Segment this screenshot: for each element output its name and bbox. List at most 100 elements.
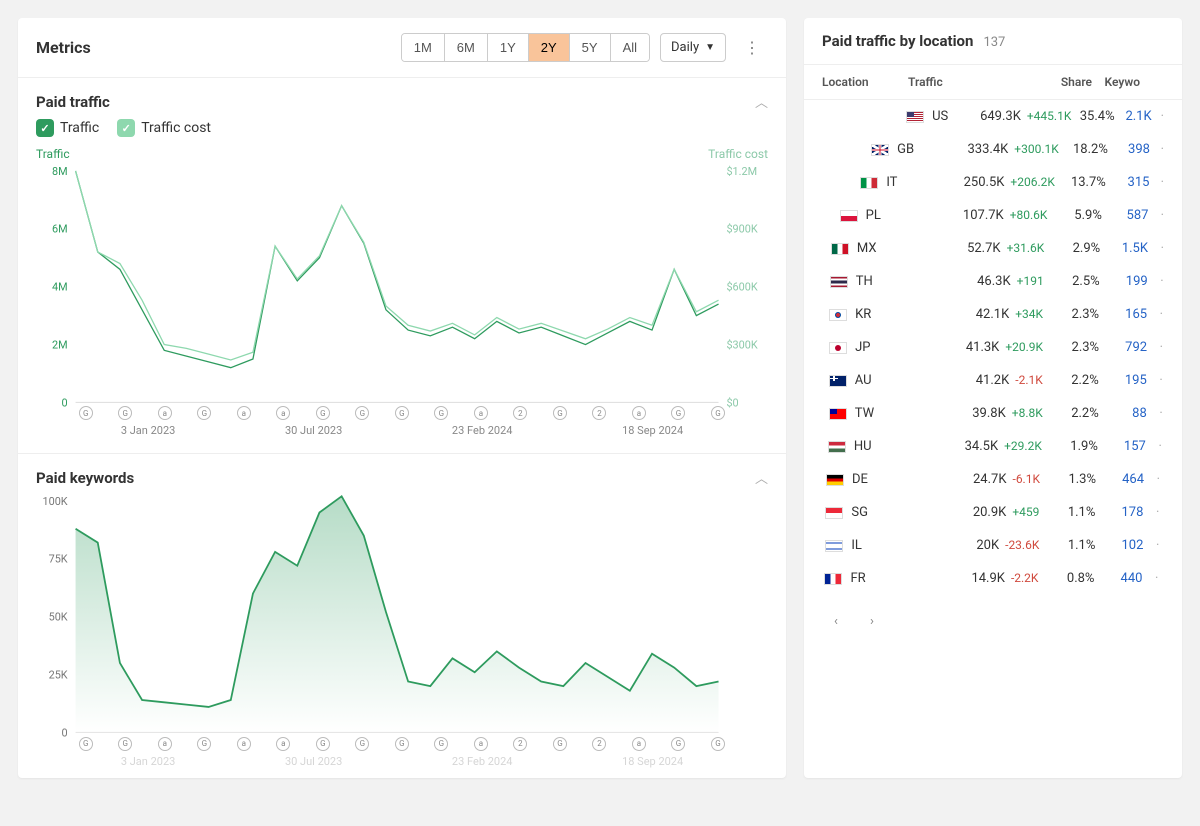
more-menu-icon[interactable]: ⋮ [736,32,768,63]
flag-icon [824,573,842,585]
keyword-link[interactable]: 102 [1095,538,1143,553]
country-code: KR [855,307,871,322]
table-row[interactable]: IL20K-23.6K1.1%102· [804,529,1182,562]
event-marker-icon[interactable]: a [276,737,290,751]
event-marker-icon[interactable]: G [197,737,211,751]
flag-icon [906,111,924,123]
keyword-link[interactable]: 88 [1099,406,1147,421]
time-range-group: 1M6M1Y2Y5YAll [401,33,650,62]
svg-text:$300K: $300K [726,338,757,351]
event-marker-icon[interactable]: a [632,737,646,751]
event-marker-icon[interactable]: G [197,406,211,420]
keyword-link[interactable]: 315 [1106,175,1150,190]
table-row[interactable]: DE24.7K-6.1K1.3%464· [804,463,1182,496]
range-5y[interactable]: 5Y [570,34,611,61]
event-marker-icon[interactable]: a [158,737,172,751]
keyword-link[interactable]: 195 [1099,373,1147,388]
keyword-link[interactable]: 587 [1102,208,1149,223]
collapse-icon[interactable]: ︿ [755,92,768,111]
event-marker-icon[interactable]: G [711,406,725,420]
range-2y[interactable]: 2Y [529,34,570,61]
collapse-icon[interactable]: ︿ [755,468,768,487]
event-marker-icon[interactable]: a [276,406,290,420]
range-1y[interactable]: 1Y [488,34,529,61]
table-row[interactable]: US649.3K+445.1K35.4%2.1K· [804,100,1182,133]
event-marker-icon[interactable]: a [158,406,172,420]
event-marker-icon[interactable]: G [79,406,93,420]
event-marker-icon[interactable]: G [395,406,409,420]
keyword-link[interactable]: 157 [1098,439,1146,454]
table-row[interactable]: TH46.3K+1912.5%199· [804,265,1182,298]
side-count: 137 [983,35,1005,50]
event-marker-icon[interactable]: G [553,406,567,420]
event-marker-icon[interactable]: G [553,737,567,751]
table-row[interactable]: KR42.1K+34K2.3%165· [804,298,1182,331]
svg-text:100K: 100K [42,495,67,508]
col-traffic[interactable]: Traffic [908,75,1036,89]
keyword-link[interactable]: 199 [1100,274,1148,289]
country-code: HU [854,439,872,454]
event-marker-icon[interactable]: G [711,737,725,751]
keyword-link[interactable]: 398 [1108,142,1150,157]
table-row[interactable]: SG20.9K+4591.1%178· [804,496,1182,529]
event-marker-icon[interactable]: a [474,406,488,420]
granularity-select[interactable]: Daily ▼ [660,33,726,62]
country-code: AU [855,373,872,388]
table-row[interactable]: AU41.2K-2.1K2.2%195· [804,364,1182,397]
event-marker-icon[interactable]: G [118,406,132,420]
table-row[interactable]: FR14.9K-2.2K0.8%440· [804,562,1182,595]
event-marker-icon[interactable]: G [395,737,409,751]
table-row[interactable]: PL107.7K+80.6K5.9%587· [804,199,1182,232]
table-row[interactable]: JP41.3K+20.9K2.3%792· [804,331,1182,364]
event-marker-icon[interactable]: 2 [513,737,527,751]
keyword-link[interactable]: 792 [1099,340,1147,355]
range-6m[interactable]: 6M [445,34,488,61]
event-marker-icon[interactable]: G [355,406,369,420]
legend-traffic-cost[interactable]: ✓ Traffic cost [117,119,211,137]
paid-traffic-title: Paid traffic [36,93,110,111]
event-marker-icon[interactable]: G [118,737,132,751]
col-keywords[interactable]: Keywo [1092,75,1140,89]
event-marker-icon[interactable]: G [434,737,448,751]
keyword-link[interactable]: 1.5K [1100,241,1148,256]
event-marker-icon[interactable]: G [355,737,369,751]
event-marker-icon[interactable]: 2 [592,406,606,420]
col-location[interactable]: Location [822,75,908,89]
table-row[interactable]: HU34.5K+29.2K1.9%157· [804,430,1182,463]
range-all[interactable]: All [611,34,649,61]
event-marker-icon[interactable]: G [79,737,93,751]
flag-icon [828,441,846,453]
y-left-label: Traffic [36,147,70,161]
table-row[interactable]: TW39.8K+8.8K2.2%88· [804,397,1182,430]
country-code: IT [886,175,897,190]
table-row[interactable]: IT250.5K+206.2K13.7%315· [804,166,1182,199]
event-marker-icon[interactable]: a [474,737,488,751]
keyword-link[interactable]: 464 [1096,472,1144,487]
next-page-icon[interactable]: › [858,607,886,635]
range-1m[interactable]: 1M [402,34,445,61]
table-row[interactable]: GB333.4K+300.1K18.2%398· [804,133,1182,166]
flag-icon [825,540,843,552]
event-marker-icon[interactable]: a [237,737,251,751]
event-marker-icon[interactable]: G [671,737,685,751]
prev-page-icon[interactable]: ‹ [822,607,850,635]
paid-keywords-chart: 100K75K50K25K0 [36,495,768,742]
keyword-link[interactable]: 165 [1099,307,1147,322]
col-share[interactable]: Share [1036,75,1092,89]
table-row[interactable]: MX52.7K+31.6K2.9%1.5K· [804,232,1182,265]
country-code: SG [851,505,868,520]
keyword-link[interactable]: 2.1K [1115,109,1152,124]
country-code: JP [855,340,870,355]
event-marker-icon[interactable]: G [671,406,685,420]
keyword-link[interactable]: 178 [1095,505,1143,520]
keyword-link[interactable]: 440 [1094,571,1142,586]
event-marker-icon[interactable]: a [237,406,251,420]
event-marker-icon[interactable]: a [632,406,646,420]
svg-text:8M: 8M [52,165,68,178]
event-marker-icon[interactable]: G [316,737,330,751]
event-marker-icon[interactable]: 2 [513,406,527,420]
event-marker-icon[interactable]: G [434,406,448,420]
legend-traffic[interactable]: ✓ Traffic [36,119,99,137]
event-marker-icon[interactable]: G [316,406,330,420]
event-marker-icon[interactable]: 2 [592,737,606,751]
